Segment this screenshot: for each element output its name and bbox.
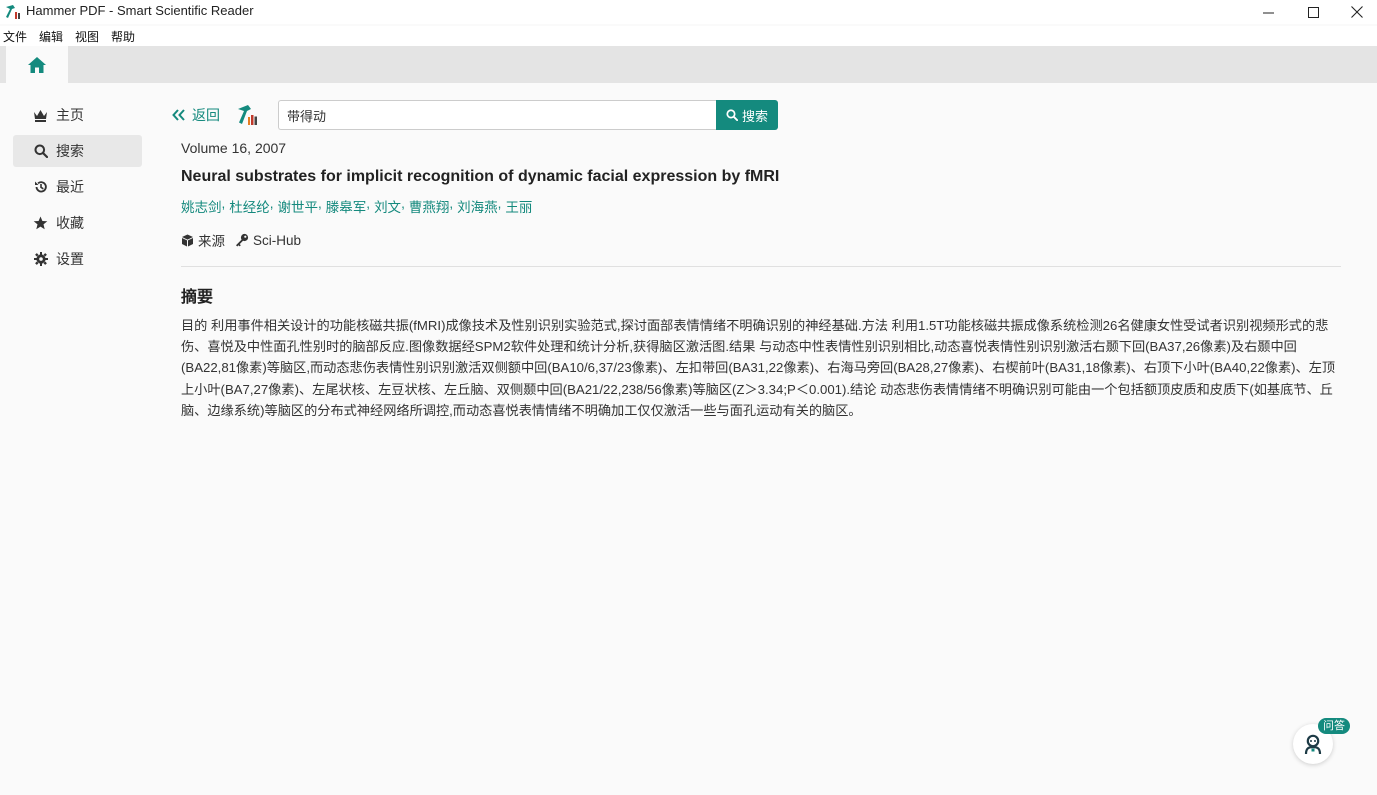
sidebar-item-label: 收藏 [56, 215, 84, 231]
tab-home[interactable] [6, 46, 68, 83]
search-input[interactable] [278, 100, 716, 130]
paper-detail: Volume 16, 2007 Neural substrates for im… [181, 140, 1341, 421]
title-bar: Hammer PDF - Smart Scientific Reader [0, 0, 1377, 24]
menu-file[interactable]: 文件 [3, 28, 27, 45]
scihub-link[interactable]: Sci-Hub [235, 233, 301, 248]
author-list: 姚志剑, 杜经纶, 谢世平, 滕皋军, 刘文, 曹燕翔, 刘海燕, 王丽 [181, 196, 1341, 216]
maximize-icon [1307, 6, 1319, 18]
source-link[interactable]: 来源 [181, 230, 225, 250]
author-separator: , [449, 196, 454, 211]
star-icon [33, 216, 48, 231]
menu-view[interactable]: 视图 [75, 28, 99, 45]
sidebar-item-search[interactable]: 搜索 [13, 135, 142, 167]
sidebar-item-home[interactable]: 主页 [13, 99, 142, 131]
minimize-button[interactable] [1245, 0, 1291, 24]
search-bar: 返回 搜索 [172, 100, 782, 130]
paper-links: 来源 Sci-Hub [181, 230, 1341, 250]
back-label: 返回 [192, 107, 220, 123]
author-link[interactable]: 刘文 [374, 196, 401, 216]
author-separator: , [269, 196, 274, 211]
author-separator: , [221, 196, 226, 211]
search-button-label: 搜索 [741, 108, 768, 124]
author-separator: , [366, 196, 371, 211]
sidebar-item-recent[interactable]: 最近 [13, 171, 142, 203]
maximize-button[interactable] [1290, 0, 1336, 24]
author-link[interactable]: 王丽 [505, 196, 532, 216]
assistant-badge: 问答 [1318, 718, 1350, 734]
sidebar-item-label: 设置 [56, 251, 84, 267]
gear-icon [33, 252, 48, 267]
double-chevron-left-icon [172, 109, 185, 121]
sidebar: 主页 搜索 最近 收藏 设置 [13, 99, 142, 279]
author-link[interactable]: 姚志剑 [181, 196, 222, 216]
search-icon [33, 144, 48, 159]
author-separator: , [318, 196, 322, 211]
sidebar-item-favorites[interactable]: 收藏 [13, 207, 142, 239]
scihub-label: Sci-Hub [253, 232, 302, 248]
hammer-logo-icon [238, 105, 257, 125]
author-separator: , [401, 196, 405, 211]
chess-queen-icon [33, 108, 48, 123]
cube-icon [182, 234, 193, 246]
search-icon [726, 109, 738, 121]
divider [181, 266, 1341, 267]
paper-title: Neural substrates for implicit recogniti… [181, 168, 780, 185]
window-title: Hammer PDF - Smart Scientific Reader [26, 3, 254, 18]
back-button[interactable]: 返回 [172, 105, 220, 125]
history-icon [33, 180, 48, 195]
key-icon [236, 233, 249, 247]
volume-info: Volume 16, 2007 [181, 140, 287, 156]
sidebar-item-settings[interactable]: 设置 [13, 243, 142, 275]
sidebar-item-label: 主页 [56, 107, 84, 123]
robot-icon [1304, 734, 1322, 755]
author-link[interactable]: 滕皋军 [326, 196, 367, 216]
search-button[interactable]: 搜索 [716, 100, 778, 130]
minimize-icon [1262, 12, 1274, 13]
abstract-text: 目的 利用事件相关设计的功能核磁共振(fMRI)成像技术及性别识别实验范式,探讨… [181, 318, 1336, 418]
author-separator: , [497, 196, 502, 211]
home-icon [28, 56, 46, 73]
close-icon [1351, 6, 1363, 18]
author-link[interactable]: 谢世平 [278, 196, 319, 216]
sidebar-item-label: 搜索 [56, 143, 84, 159]
sidebar-item-label: 最近 [56, 179, 84, 195]
menu-edit[interactable]: 编辑 [39, 28, 63, 45]
menu-help[interactable]: 帮助 [111, 28, 135, 45]
tab-strip [0, 46, 1377, 83]
hammer-logo-icon [6, 5, 20, 19]
close-button[interactable] [1334, 0, 1377, 24]
author-link[interactable]: 曹燕翔 [409, 196, 450, 216]
author-link[interactable]: 刘海燕 [457, 196, 498, 216]
author-link[interactable]: 杜经纶 [229, 196, 270, 216]
source-label: 来源 [198, 234, 225, 249]
menu-bar: 文件 编辑 视图 帮助 [0, 26, 1377, 46]
abstract-heading: 摘要 [181, 289, 214, 306]
